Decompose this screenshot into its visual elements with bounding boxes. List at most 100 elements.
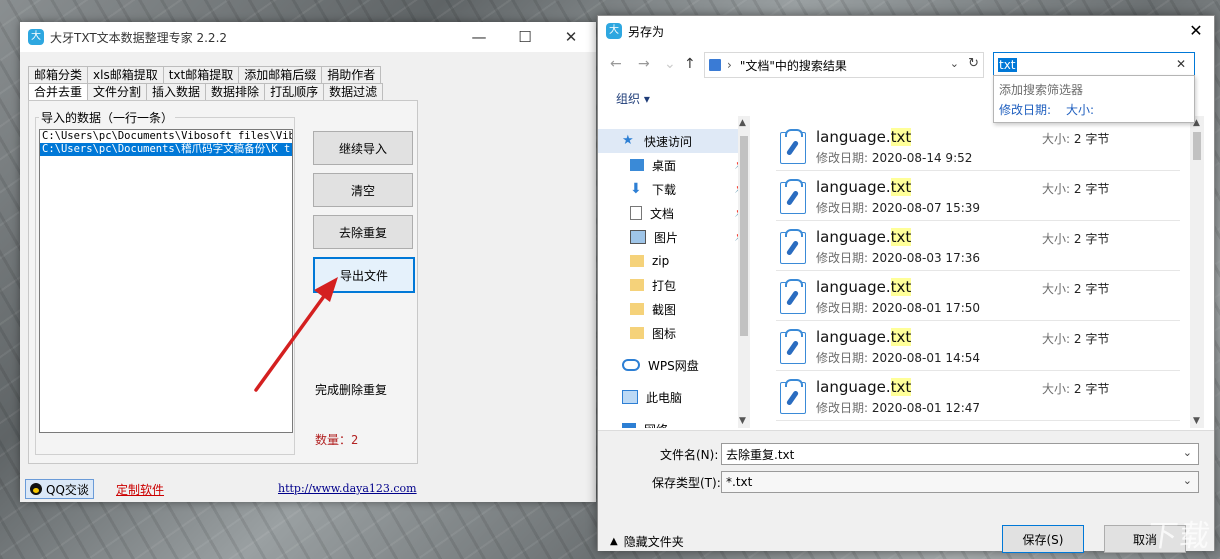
folder-icon	[630, 279, 644, 291]
sidebar-item-downloads[interactable]: ⬇ 下载 📌	[630, 178, 750, 200]
chevron-down-icon[interactable]: ⌄	[1183, 446, 1192, 459]
hide-folders-label: 隐藏文件夹	[623, 535, 684, 549]
file-name: language.txt	[816, 378, 912, 396]
file-item[interactable]: language.txt 修改日期: 2020-08-01 17:50 大小: …	[776, 274, 1180, 321]
scroll-up-icon[interactable]: ▲	[739, 118, 746, 128]
file-item[interactable]: language.txt 修改日期: 2020-08-03 17:36 大小: …	[776, 224, 1180, 271]
filter-modified-date[interactable]: 修改日期:	[999, 101, 1051, 118]
file-name: language.txt	[816, 178, 912, 196]
dialog-titlebar[interactable]: 大 另存为 ✕	[598, 16, 1214, 46]
merge-dedupe-panel: 导入的数据（一行一条） C:\Users\pc\Documents\Viboso…	[28, 100, 418, 464]
hide-folders-toggle[interactable]: ▲ 隐藏文件夹	[610, 533, 684, 550]
folder-icon	[630, 327, 644, 339]
app-logo-icon: 大	[28, 29, 44, 45]
chevron-up-icon: ▲	[610, 536, 618, 547]
up-icon[interactable]: ↑	[684, 56, 696, 72]
nav-pane-scrollbar[interactable]: ▲ ▼	[738, 116, 750, 428]
tab-xls-email-extract[interactable]: xls邮箱提取	[87, 66, 164, 83]
imported-files-list[interactable]: C:\Users\pc\Documents\Vibosoft files\Vib…	[39, 129, 293, 433]
sidebar-item-this-pc[interactable]: 此电脑	[622, 386, 742, 408]
custom-software-link[interactable]: 定制软件	[116, 481, 164, 498]
search-filter-hint: 添加搜索筛选器	[999, 83, 1084, 97]
scroll-down-icon[interactable]: ▼	[1193, 416, 1200, 426]
sidebar-item-label: 截图	[652, 302, 677, 317]
folder-icon	[630, 303, 644, 315]
sidebar-item-documents[interactable]: 文档 📌	[630, 202, 750, 224]
tab-exclude-data[interactable]: 数据排除	[205, 83, 266, 100]
tab-filter-data[interactable]: 数据过滤	[323, 83, 384, 100]
sidebar-item-zip[interactable]: zip	[630, 250, 750, 272]
list-item-selected[interactable]: C:\Users\pc\Documents\稽爪码字文稿备份\K t	[40, 143, 292, 156]
sidebar-item-label: 桌面	[652, 158, 677, 173]
sidebar-item-pictures[interactable]: 图片 📌	[630, 226, 750, 248]
sidebar-item-desktop[interactable]: 桌面 📌	[630, 154, 750, 176]
tab-shuffle[interactable]: 打乱顺序	[264, 83, 325, 100]
recent-dropdown-icon[interactable]: ⌄	[664, 56, 676, 72]
sidebar-item-screenshots[interactable]: 截图	[630, 298, 750, 320]
filename-field[interactable]: 去除重复.txt ⌄	[721, 443, 1199, 465]
tab-merge-dedupe[interactable]: 合并去重	[28, 83, 89, 100]
organize-menu[interactable]: 组织 ▾	[616, 90, 650, 107]
filter-size[interactable]: 大小:	[1066, 101, 1094, 118]
clear-button[interactable]: 清空	[313, 173, 413, 207]
tab-file-split[interactable]: 文件分割	[87, 83, 148, 100]
file-date: 修改日期: 2020-08-14 9:52	[816, 151, 973, 165]
chevron-down-icon[interactable]: ⌄	[1183, 474, 1192, 487]
document-icon	[630, 206, 642, 220]
scrollbar-thumb[interactable]	[1193, 132, 1201, 160]
tab-donate[interactable]: 捐助作者	[321, 66, 382, 83]
sidebar-item-quick-access[interactable]: ★ 快速访问	[622, 130, 742, 152]
scrollbar-thumb[interactable]	[740, 136, 748, 336]
search-results-icon	[709, 59, 721, 71]
file-item[interactable]: language.txt 修改日期: 2020-08-07 15:39 大小: …	[776, 174, 1180, 221]
qq-chat-button[interactable]: QQ交谈	[25, 479, 94, 499]
website-link[interactable]: http://www.daya123.com	[278, 482, 417, 495]
sidebar-item-icons[interactable]: 图标	[630, 322, 750, 344]
sidebar-item-label: 打包	[652, 278, 677, 293]
export-file-button[interactable]: 导出文件	[313, 257, 415, 293]
tab-add-email-suffix[interactable]: 添加邮箱后缀	[238, 66, 323, 83]
app-bottom-bar: QQ交谈 定制软件 http://www.daya123.com	[20, 478, 596, 502]
dialog-close-icon[interactable]: ✕	[1178, 16, 1214, 46]
txt-file-icon	[780, 329, 806, 364]
close-icon[interactable]: ✕	[548, 22, 594, 52]
address-dropdown-icon[interactable]: ⌄	[950, 57, 959, 70]
file-list: language.txt 修改日期: 2020-08-14 9:52 大小: 2…	[776, 124, 1186, 428]
tab-email-classify[interactable]: 邮箱分类	[28, 66, 89, 83]
pictures-icon	[630, 230, 646, 244]
sidebar-item-wps-cloud[interactable]: WPS网盘	[622, 354, 742, 376]
scroll-down-icon[interactable]: ▼	[739, 416, 746, 426]
list-item[interactable]: C:\Users\pc\Documents\Vibosoft files\Vib…	[40, 130, 292, 143]
sidebar-item-pack[interactable]: 打包	[630, 274, 750, 296]
tab-insert-data[interactable]: 插入数据	[146, 83, 207, 100]
address-bar[interactable]: › "文档"中的搜索结果 ⌄ ↻	[704, 52, 984, 78]
minimize-icon[interactable]: —	[456, 22, 502, 52]
continue-import-button[interactable]: 继续导入	[313, 131, 413, 165]
search-clear-icon[interactable]: ✕	[1176, 57, 1186, 71]
file-size: 大小: 2 字节	[1042, 332, 1110, 346]
filename-value: 去除重复.txt	[726, 447, 795, 462]
sidebar-item-network[interactable]: 网络	[622, 418, 742, 428]
status-text: 完成删除重复	[315, 383, 388, 397]
app-title: 大牙TXT文本数据整理专家 2.2.2	[50, 30, 228, 45]
maximize-icon[interactable]: ☐	[502, 22, 548, 52]
txt-file-icon	[780, 279, 806, 314]
filename-label: 文件名(N):	[660, 448, 719, 462]
file-item[interactable]: language.txt 修改日期: 2020-08-01 12:47 大小: …	[776, 374, 1180, 421]
app-titlebar[interactable]: 大 大牙TXT文本数据整理专家 2.2.2 — ☐ ✕	[20, 22, 596, 52]
txt-file-icon	[780, 129, 806, 164]
filetype-select[interactable]: *.txt ⌄	[721, 471, 1199, 493]
txt-file-icon	[780, 179, 806, 214]
file-size: 大小: 2 字节	[1042, 182, 1110, 196]
refresh-icon[interactable]: ↻	[968, 56, 979, 71]
save-button[interactable]: 保存(S)	[1002, 525, 1084, 553]
sidebar-item-label: 图标	[652, 326, 677, 341]
back-icon[interactable]: ←	[610, 56, 622, 72]
tab-txt-email-extract[interactable]: txt邮箱提取	[162, 66, 240, 83]
network-icon	[622, 423, 636, 428]
file-item[interactable]: language.txt 修改日期: 2020-08-01 14:54 大小: …	[776, 324, 1180, 371]
file-list-scrollbar[interactable]: ▲ ▼	[1190, 116, 1204, 428]
file-item[interactable]: language.txt 修改日期: 2020-08-14 9:52 大小: 2…	[776, 124, 1180, 171]
dedupe-button[interactable]: 去除重复	[313, 215, 413, 249]
forward-icon[interactable]: →	[638, 56, 650, 72]
